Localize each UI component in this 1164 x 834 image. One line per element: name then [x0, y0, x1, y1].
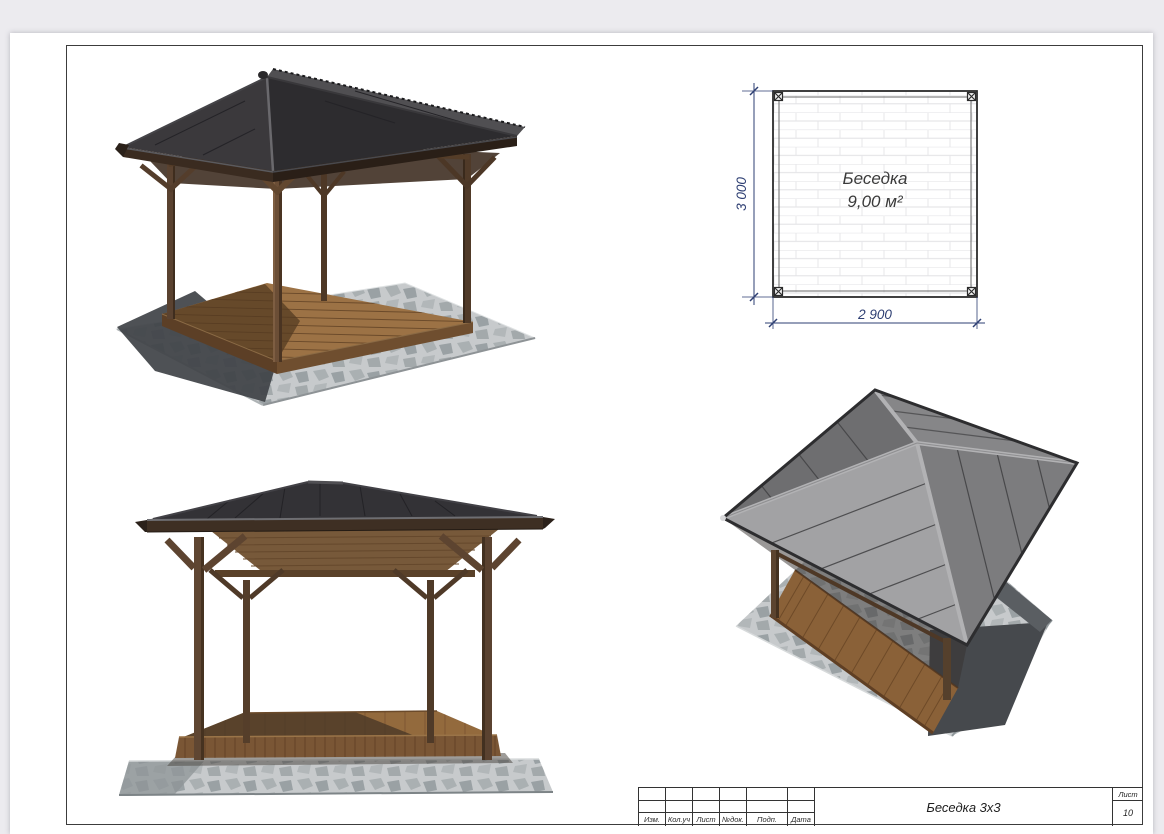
revision-cell	[693, 801, 720, 814]
revision-cell	[747, 788, 788, 801]
gazebo-roof-top-view	[700, 380, 1110, 758]
drawing-sheet: Беседка 9,00 м² 3 000 2 900	[10, 33, 1153, 834]
revision-cell	[693, 788, 720, 801]
sheet-number-box: Лист 10	[1112, 788, 1143, 826]
hip-roof	[135, 482, 555, 532]
room-area-label: 9,00 м²	[847, 192, 903, 211]
revision-cell	[720, 788, 747, 801]
revision-cell	[747, 801, 788, 814]
revision-cell	[666, 801, 693, 814]
title-block: Изм. Кол.уч Лист №док. Подп. Дата Беседк…	[638, 787, 1143, 825]
wood-deck	[175, 708, 501, 760]
col-header-izm: Изм.	[639, 813, 666, 826]
drawing-title: Беседка 3х3	[815, 788, 1112, 826]
col-header-koluch: Кол.уч	[666, 813, 693, 826]
gazebo-elevation-view	[115, 470, 595, 805]
col-header-ndok: №док.	[720, 813, 747, 826]
sheet-word-label: Лист	[1113, 788, 1143, 801]
sheet-number-value: 10	[1113, 801, 1143, 825]
pdf-viewer-canvas: Беседка 9,00 м² 3 000 2 900	[0, 0, 1164, 834]
dim-height-text: 3 000	[734, 177, 749, 211]
revision-cell	[639, 788, 666, 801]
col-header-list: Лист	[693, 813, 720, 826]
col-header-data: Дата	[788, 813, 815, 826]
revision-table: Изм. Кол.уч Лист №док. Подп. Дата	[638, 788, 815, 826]
revision-cell	[788, 788, 815, 801]
revision-cell	[720, 801, 747, 814]
revision-cell	[788, 801, 815, 814]
dim-width-text: 2 900	[857, 307, 892, 322]
col-header-podp: Подп.	[747, 813, 788, 826]
gazebo-perspective-view	[95, 61, 595, 431]
roof-cap-finial	[258, 71, 268, 79]
revision-cell	[666, 788, 693, 801]
roof-corner-glint	[720, 515, 726, 521]
revision-cell	[639, 801, 666, 814]
room-name-label: Беседка	[843, 169, 908, 188]
floor-plan-view: Беседка 9,00 м² 3 000 2 900	[730, 78, 1010, 373]
